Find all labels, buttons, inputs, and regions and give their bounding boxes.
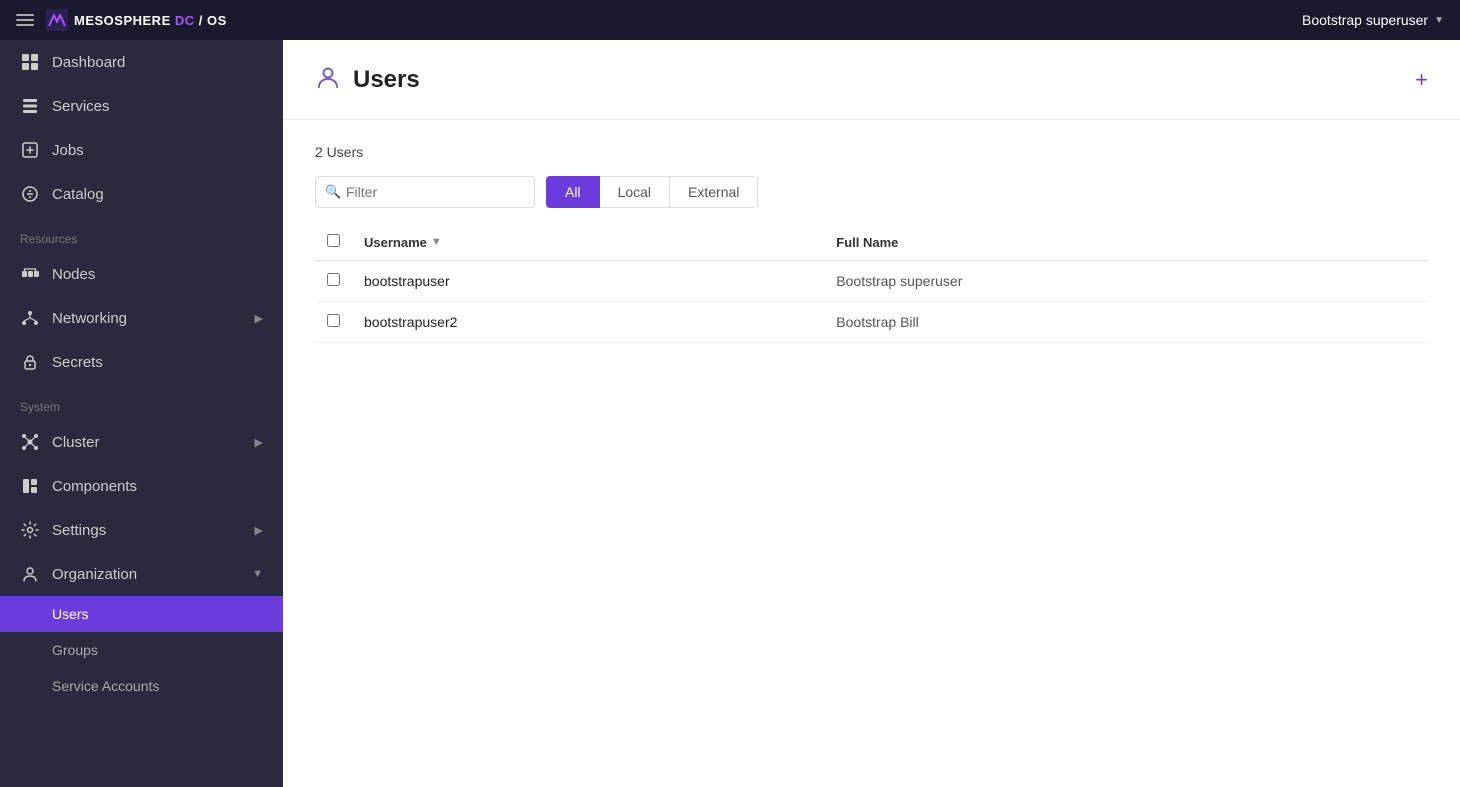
search-icon: 🔍	[325, 184, 341, 200]
sidebar-item-components[interactable]: Components	[0, 464, 283, 508]
chevron-right-icon: ▶	[255, 312, 263, 325]
sidebar-item-nodes[interactable]: Nodes	[0, 252, 283, 296]
add-user-button[interactable]: +	[1415, 69, 1428, 91]
chevron-right-icon: ▶	[255, 436, 263, 449]
tab-external[interactable]: External	[669, 176, 758, 208]
sidebar-item-label: Organization	[52, 566, 137, 583]
select-all-header	[315, 224, 352, 261]
select-all-checkbox[interactable]	[327, 234, 340, 247]
filter-tabs-row: 🔍 All Local External	[315, 176, 1428, 208]
cluster-icon	[20, 432, 40, 452]
sidebar-item-dashboard[interactable]: Dashboard	[0, 40, 283, 84]
username-cell[interactable]: bootstrapuser2	[352, 302, 824, 343]
users-page-icon	[315, 64, 341, 95]
row-checkbox[interactable]	[327, 273, 340, 286]
table-row: bootstrapuser2 Bootstrap Bill	[315, 302, 1428, 343]
settings-icon	[20, 520, 40, 540]
sidebar-item-label: Dashboard	[52, 54, 125, 71]
logo-text: MESOSPHERE DC / OS	[74, 13, 227, 28]
sidebar-sub-item-service-accounts[interactable]: Service Accounts	[0, 668, 283, 704]
fullname-cell: Bootstrap Bill	[824, 302, 1428, 343]
sidebar-item-jobs[interactable]: Jobs	[0, 128, 283, 172]
secrets-icon	[20, 352, 40, 372]
sidebar-item-label: Secrets	[52, 354, 103, 371]
catalog-icon	[20, 184, 40, 204]
content-header: Users +	[283, 40, 1460, 120]
services-icon	[20, 96, 40, 116]
hamburger-menu[interactable]	[16, 14, 34, 26]
content-header-left: Users	[315, 64, 420, 95]
sidebar-item-organization[interactable]: Organization ▼	[0, 552, 283, 596]
sidebar: Dashboard Services Jobs Catalog Resource…	[0, 40, 283, 787]
resources-section-label: Resources	[0, 216, 283, 252]
sidebar-item-catalog[interactable]: Catalog	[0, 172, 283, 216]
nodes-icon	[20, 264, 40, 284]
sidebar-item-services[interactable]: Services	[0, 84, 283, 128]
dashboard-icon	[20, 52, 40, 72]
username-cell[interactable]: bootstrapuser	[352, 261, 824, 302]
main-layout: Dashboard Services Jobs Catalog Resource…	[0, 40, 1460, 787]
sidebar-item-label: Settings	[52, 522, 106, 539]
user-label: Bootstrap superuser	[1302, 12, 1428, 28]
row-checkbox-cell	[315, 302, 352, 343]
networking-icon	[20, 308, 40, 328]
row-checkbox[interactable]	[327, 314, 340, 327]
sidebar-item-label: Jobs	[52, 142, 84, 159]
sidebar-sub-label: Service Accounts	[52, 678, 159, 694]
sidebar-item-label: Catalog	[52, 186, 104, 203]
content-area: Users + 2 Users 🔍 All Local External	[283, 40, 1460, 787]
sort-arrow-icon: ▼	[431, 236, 442, 248]
users-count: 2 Users	[315, 144, 1428, 160]
sidebar-item-label: Networking	[52, 310, 127, 327]
chevron-down-icon: ▼	[252, 568, 263, 580]
sidebar-item-label: Services	[52, 98, 110, 115]
table-row: bootstrapuser Bootstrap superuser	[315, 261, 1428, 302]
fullname-cell: Bootstrap superuser	[824, 261, 1428, 302]
topbar: MESOSPHERE DC / OS Bootstrap superuser ▼	[0, 0, 1460, 40]
sidebar-sub-item-groups[interactable]: Groups	[0, 632, 283, 668]
sidebar-sub-item-users[interactable]: Users	[0, 596, 283, 632]
user-menu[interactable]: Bootstrap superuser ▼	[1302, 12, 1444, 28]
sidebar-item-label: Nodes	[52, 266, 95, 283]
sidebar-item-cluster[interactable]: Cluster ▶	[0, 420, 283, 464]
page-title: Users	[353, 66, 420, 94]
sidebar-sub-label: Users	[52, 606, 89, 622]
row-checkbox-cell	[315, 261, 352, 302]
sidebar-item-label: Cluster	[52, 434, 100, 451]
organization-icon	[20, 564, 40, 584]
sidebar-sub-label: Groups	[52, 642, 98, 658]
tab-all[interactable]: All	[546, 176, 600, 208]
chevron-right-icon: ▶	[255, 524, 263, 537]
sidebar-item-label: Components	[52, 478, 137, 495]
chevron-down-icon: ▼	[1434, 15, 1444, 26]
components-icon	[20, 476, 40, 496]
content-body: 2 Users 🔍 All Local External	[283, 120, 1460, 367]
filter-input[interactable]	[315, 176, 535, 208]
sidebar-item-secrets[interactable]: Secrets	[0, 340, 283, 384]
username-col-header: Username ▼	[352, 224, 824, 261]
users-table: Username ▼ Full Name bootstrapuser Boot	[315, 224, 1428, 343]
sidebar-item-networking[interactable]: Networking ▶	[0, 296, 283, 340]
topbar-left: MESOSPHERE DC / OS	[16, 9, 227, 31]
filter-input-wrap: 🔍	[315, 176, 535, 208]
jobs-icon	[20, 140, 40, 160]
system-section-label: System	[0, 384, 283, 420]
fullname-col-header: Full Name	[824, 224, 1428, 261]
logo-icon	[46, 9, 68, 31]
sidebar-item-settings[interactable]: Settings ▶	[0, 508, 283, 552]
tab-local[interactable]: Local	[599, 176, 670, 208]
logo: MESOSPHERE DC / OS	[46, 9, 227, 31]
